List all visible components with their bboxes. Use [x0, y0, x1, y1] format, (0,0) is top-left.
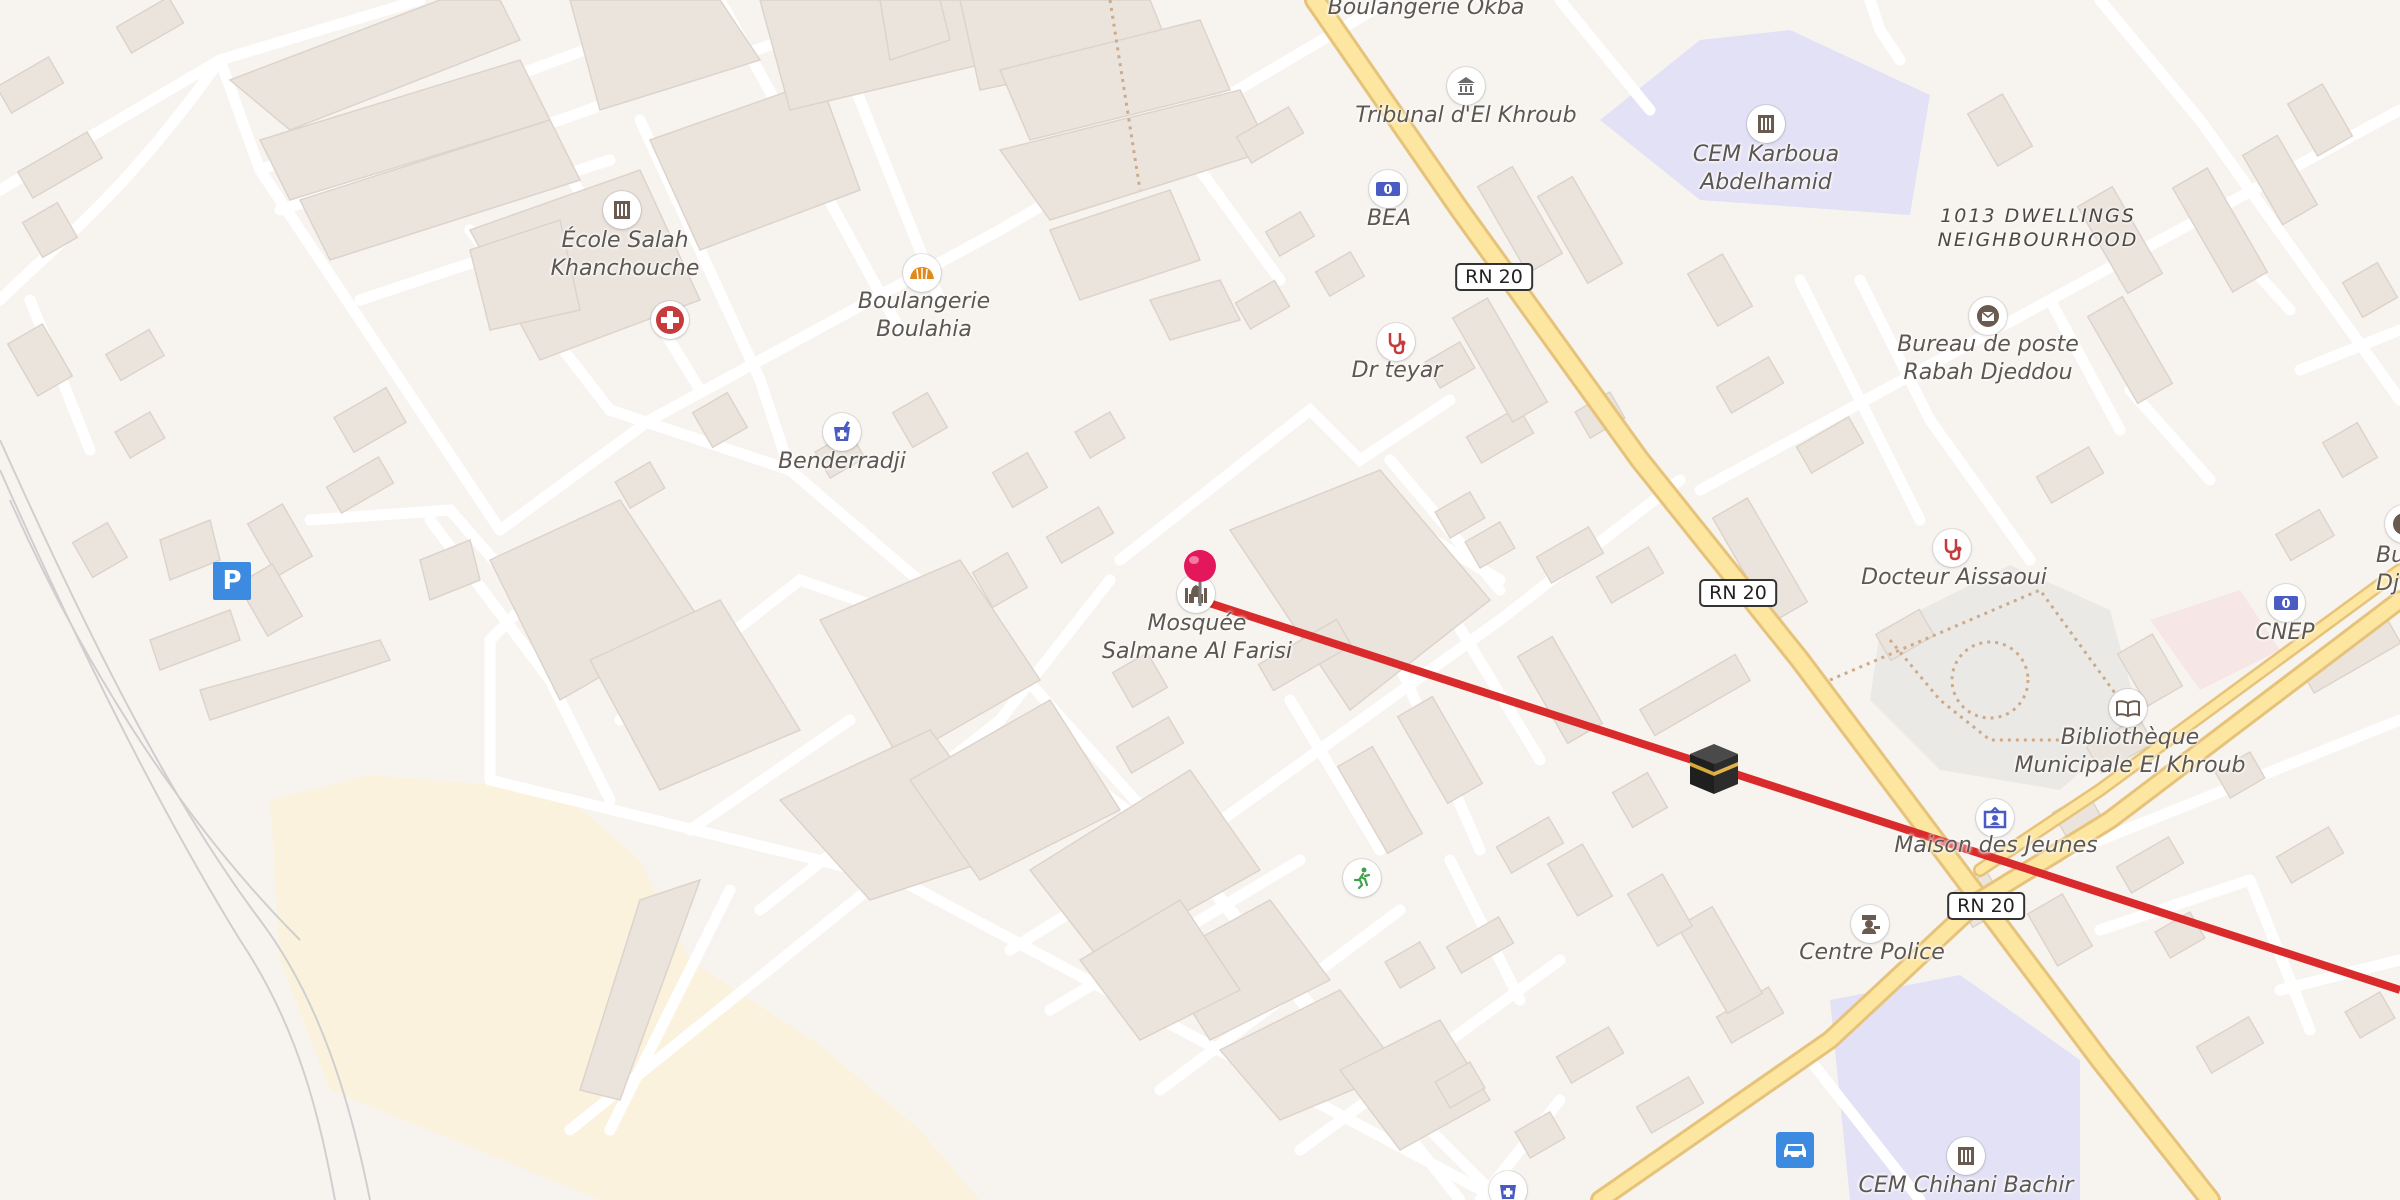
poi-label[interactable]: Maison des Jeunes — [1894, 832, 2097, 860]
bank-icon[interactable] — [2267, 584, 2305, 622]
poi-label[interactable]: Mosquée Salmane Al Farisi — [1102, 610, 1292, 666]
school-icon[interactable] — [1947, 1137, 1985, 1175]
hospital-cross-icon[interactable] — [651, 301, 689, 339]
library-icon[interactable] — [2109, 689, 2147, 727]
location-pin-icon[interactable] — [1181, 548, 1219, 608]
police-icon[interactable] — [1851, 905, 1889, 943]
poi-label[interactable]: Bureau de poste Rabah Djeddou — [1897, 331, 2079, 387]
map-canvas[interactable]: 1013 DWELLINGS NEIGHBOURHOOD RN 20 RN 20… — [0, 0, 2400, 1200]
poi-label[interactable]: CEM Chihani Bachir — [1859, 1172, 2074, 1200]
road-shield-rn20: RN 20 — [1699, 579, 1777, 607]
poi-label[interactable]: Bibliothèque Municipale El Khroub — [2014, 724, 2245, 780]
road-shield-rn20: RN 20 — [1947, 892, 2025, 920]
neighbourhood-label: 1013 DWELLINGS NEIGHBOURHOOD — [1937, 205, 2139, 251]
poi-label[interactable]: École Salah Khanchouche — [551, 227, 700, 283]
parking-icon[interactable]: P — [213, 562, 251, 600]
poi-label[interactable]: CNEP — [2256, 619, 2315, 647]
poi-label[interactable]: Bureau Djefe — [2376, 542, 2400, 598]
pharmacy-icon[interactable] — [823, 413, 861, 451]
post-office-icon[interactable] — [1969, 297, 2007, 335]
kaaba-icon[interactable] — [1686, 740, 1742, 796]
poi-label[interactable]: Centre Police — [1799, 939, 1945, 967]
doctor-icon[interactable] — [1933, 529, 1971, 567]
school-icon[interactable] — [603, 191, 641, 229]
sports-icon[interactable] — [1343, 859, 1381, 897]
bakery-icon[interactable] — [903, 254, 941, 292]
school-icon[interactable] — [1747, 105, 1785, 143]
road-shield-rn20: RN 20 — [1455, 263, 1533, 291]
poi-label[interactable]: CEM Karboua Abdelhamid — [1693, 141, 1839, 197]
poi-label[interactable]: Dr teyar — [1352, 357, 1443, 385]
poi-label[interactable]: Benderradji — [778, 448, 906, 476]
doctor-icon[interactable] — [1377, 323, 1415, 361]
poi-label[interactable]: Boulangerie Okba — [1328, 0, 1525, 22]
car-icon[interactable] — [1776, 1132, 1814, 1168]
courthouse-icon[interactable] — [1447, 67, 1485, 105]
poi-label[interactable]: Tribunal d'El Khroub — [1355, 102, 1576, 130]
poi-label[interactable]: Docteur Aissaoui — [1861, 564, 2047, 592]
bank-icon[interactable] — [1369, 170, 1407, 208]
poi-label[interactable]: Boulangerie Boulahia — [858, 288, 990, 344]
poi-label[interactable]: BEA — [1367, 205, 1411, 233]
